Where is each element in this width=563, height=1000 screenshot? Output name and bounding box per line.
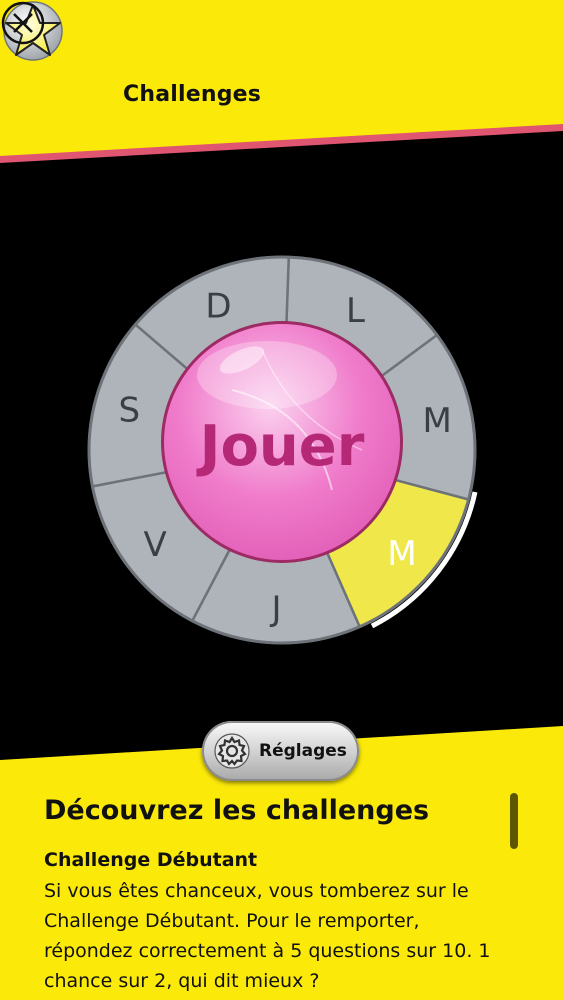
challenge-title: Challenge Débutant [44,849,258,871]
section-heading: Découvrez les challenges [44,795,430,826]
header: Challenges [0,0,563,165]
settings-label: Réglages [259,741,347,761]
settings-button[interactable]: Réglages [202,721,359,781]
play-button[interactable]: Jouer [161,321,403,563]
header-background [0,0,563,163]
wheel-day-label: L [346,291,365,331]
wheel-day-label: M [422,401,451,441]
close-button[interactable] [0,0,46,46]
wheel-day-label: M [387,534,416,574]
day-wheel[interactable]: L M M J V S D Jouer [82,250,482,650]
wheel-day-label: S [118,390,140,430]
page-title: Challenges [123,82,262,107]
wheel-day-label: V [143,525,166,565]
wheel-day-label: J [269,589,281,629]
play-label: Jouer [196,414,365,479]
wheel-day-label: D [205,286,231,326]
scrollbar[interactable] [510,793,518,849]
gear-icon [214,733,250,769]
challenge-description: Si vous êtes chanceux, vous tomberez sur… [44,880,491,992]
